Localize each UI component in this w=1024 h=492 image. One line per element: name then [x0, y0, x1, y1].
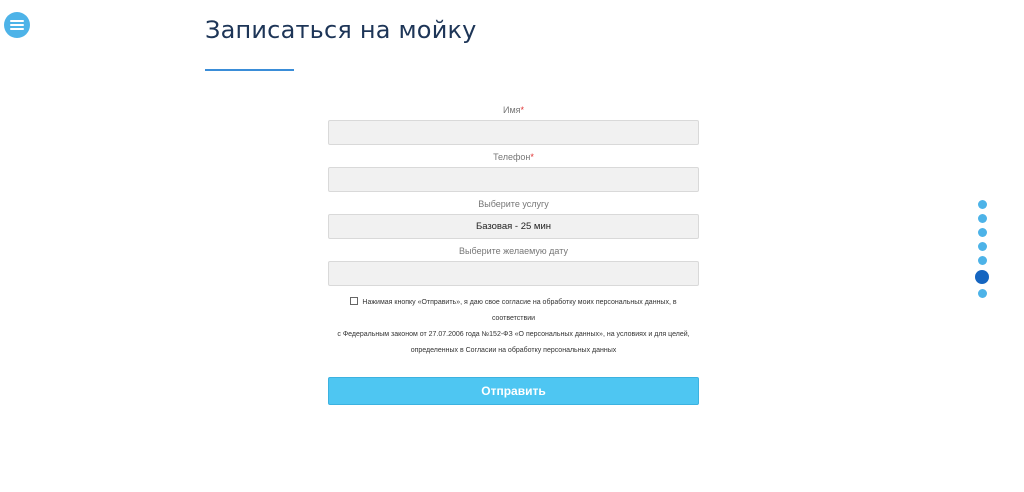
submit-button[interactable]: Отправить — [328, 377, 699, 405]
menu-line — [10, 28, 24, 30]
consent-line-1: Нажимая кнопку «Отправить», я даю свое с… — [362, 299, 677, 322]
name-input[interactable] — [328, 120, 699, 145]
section-nav-dot[interactable] — [977, 242, 987, 251]
required-asterisk: * — [530, 152, 534, 162]
name-label-text: Имя — [502, 105, 521, 115]
consent-line-3: определенных в Согласии на обработку пер… — [410, 347, 617, 354]
consent-line-2: с Федеральным законом от 27.07.2006 года… — [337, 331, 690, 338]
section-nav-dot[interactable] — [977, 256, 987, 265]
name-label: Имя* — [328, 100, 699, 120]
date-input[interactable] — [328, 261, 699, 286]
section-nav-dot[interactable] — [977, 228, 987, 237]
section-nav-dot[interactable] — [977, 200, 987, 209]
section-nav-dot-active[interactable] — [975, 270, 989, 284]
service-selected-value: Базовая - 25 мин — [475, 221, 552, 232]
phone-input[interactable] — [328, 167, 699, 192]
booking-form: Имя* Телефон* Выберите услугу Базовая - … — [328, 100, 699, 405]
title-underline — [205, 69, 294, 71]
section-nav-dot[interactable] — [977, 289, 987, 298]
service-select[interactable]: Базовая - 25 мин — [328, 214, 699, 239]
consent-text: Нажимая кнопку «Отправить», я даю свое с… — [328, 295, 699, 359]
hamburger-menu-icon[interactable] — [4, 12, 30, 38]
section-nav — [975, 200, 989, 303]
required-asterisk: * — [520, 105, 525, 115]
date-label: Выберите желаемую дату — [459, 246, 568, 256]
service-label: Выберите услугу — [478, 199, 549, 209]
phone-label: Телефон* — [328, 147, 699, 167]
menu-line — [10, 24, 24, 26]
page-title: Записаться на мойку — [205, 16, 477, 44]
consent-checkbox[interactable] — [350, 297, 359, 305]
menu-line — [10, 20, 24, 22]
phone-label-text: Телефон — [493, 152, 531, 162]
section-nav-dot[interactable] — [977, 214, 987, 223]
